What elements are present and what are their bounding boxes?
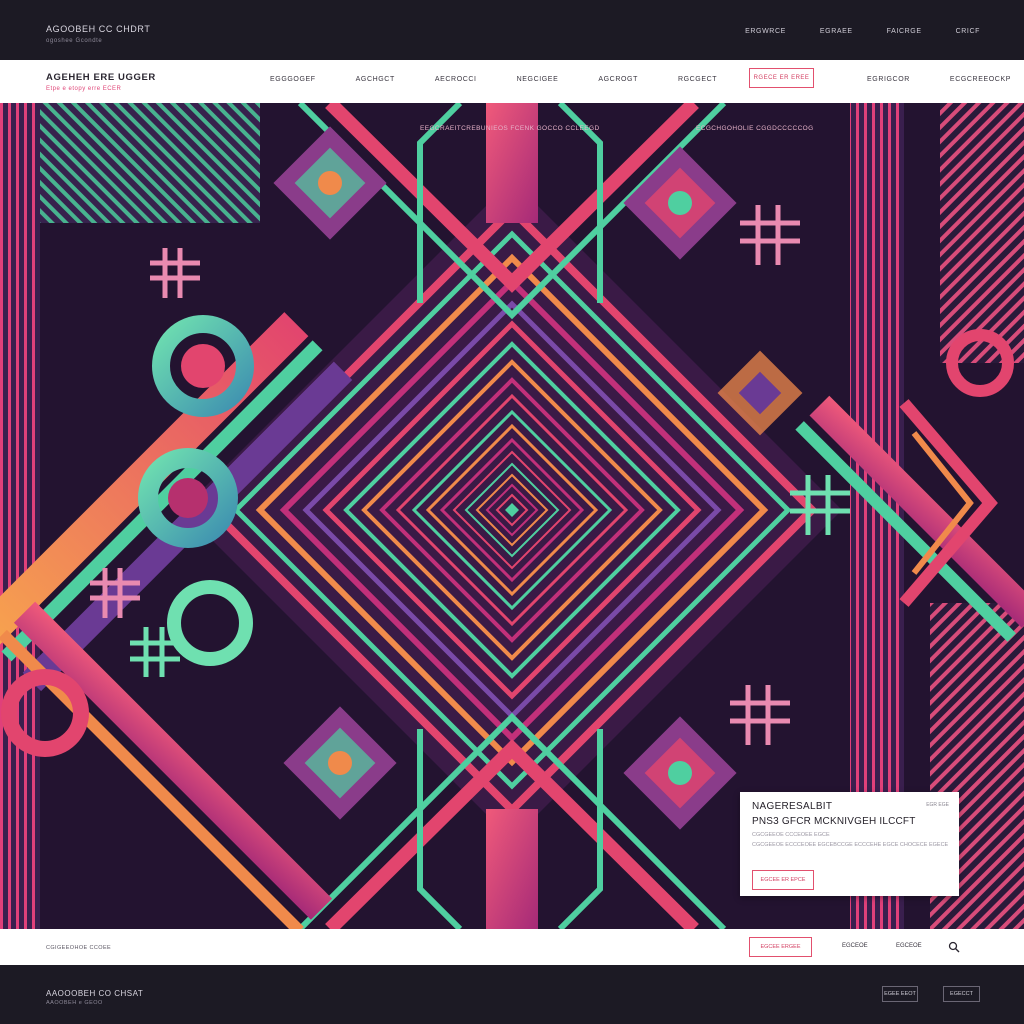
- card-action-button[interactable]: EGCEE ER EPCE: [752, 870, 814, 890]
- header-link-1[interactable]: EGRIGCOR: [867, 76, 910, 83]
- top-nav: ERGWRCE EGRAEE FAICRGE CRICF: [745, 28, 980, 35]
- art-caption-left: EEGCRAEITCREBUNIEOS FCENK GOCCO CCLEEGD: [420, 125, 600, 132]
- card-subtitle: PNS3 GFCR MCKNIVGEH ILCCFT: [752, 816, 916, 827]
- bottom-bar-button[interactable]: EGCEE ERGEE: [749, 937, 812, 957]
- bottom-bar-links: EGCEOE EGCEOE: [822, 929, 979, 965]
- main-nav: EGGGOGEF AGCHGCT AECROCCI NEGCIGEE AGCRO…: [270, 76, 717, 83]
- main-header: AGEHEH ERE UGGER Etpe e etopy erre ECER …: [0, 60, 1024, 103]
- card-title: NAGERESALBIT: [752, 801, 833, 812]
- top-bar: AGOOBEH CC CHDRT ogoshee Gcondte ERGWRCE…: [0, 0, 1024, 60]
- nav-item-5[interactable]: AGCROGT: [598, 76, 638, 83]
- nav-item-4[interactable]: NEGCIGEE: [517, 76, 559, 83]
- nav-item-6[interactable]: RGCGECT: [678, 76, 717, 83]
- info-card: NAGERESALBIT EGR EGE PNS3 GFCR MCKNIVGEH…: [740, 792, 959, 896]
- footer: AAOOOBEH CO CHSAT AAOOBEH e GEOO EGEE EE…: [0, 965, 1024, 1024]
- bottom-link-2[interactable]: EGCEOE: [896, 943, 922, 949]
- header-link-2[interactable]: ECGCREEOCKP: [950, 76, 1011, 83]
- search-icon[interactable]: [948, 941, 960, 953]
- nav-item-1[interactable]: EGGGOGEF: [270, 76, 316, 83]
- nav-item-3[interactable]: AECROCCI: [435, 76, 477, 83]
- footer-brand-subtitle: AAOOBEH e GEOO: [46, 1000, 103, 1006]
- top-nav-item-1[interactable]: ERGWRCE: [745, 28, 786, 35]
- card-text-line-1: CGCGEEOE CCCEOEE EGCE: [752, 832, 830, 838]
- top-nav-item-2[interactable]: EGRAEE: [820, 28, 853, 35]
- header-cta-button[interactable]: RGECE ER EREE: [749, 68, 814, 88]
- card-text-line-2: CGCGEEOE ECCCEOEE EGCEBCCGE ECCCEHE EGCE…: [752, 842, 949, 848]
- bottom-link-1[interactable]: EGCEOE: [842, 943, 868, 949]
- footer-button-2[interactable]: EGECCT: [943, 986, 980, 1002]
- site-title: AGEHEH ERE UGGER: [46, 72, 156, 83]
- site-tagline: Etpe e etopy erre ECER: [46, 86, 122, 92]
- art-caption-right: ECGCHGOHOLIE CGGDCCCCCOG: [696, 125, 814, 132]
- top-brand-title: AGOOBEH CC CHDRT: [46, 24, 151, 34]
- header-right-links: EGRIGCOR ECGCREEOCKP: [867, 76, 1011, 83]
- site-logo[interactable]: AGEHEH ERE UGGER Etpe e etopy erre ECER: [46, 72, 156, 92]
- top-brand[interactable]: AGOOBEH CC CHDRT ogoshee Gcondte: [46, 24, 150, 44]
- card-meta: EGR EGE: [926, 802, 949, 808]
- nav-item-2[interactable]: AGCHGCT: [356, 76, 395, 83]
- top-nav-item-3[interactable]: FAICRGE: [887, 28, 922, 35]
- top-nav-item-4[interactable]: CRICF: [956, 28, 980, 35]
- footer-brand[interactable]: AAOOOBEH CO CHSAT: [46, 989, 143, 998]
- footer-button-1[interactable]: EGEE EEOT: [882, 986, 918, 1002]
- top-brand-subtitle: ogoshee Gcondte: [46, 38, 103, 44]
- bottom-bar-label: CGIGEEOHOE CCOEE: [46, 945, 112, 951]
- bottom-bar: CGIGEEOHOE CCOEE EGCEE ERGEE EGCEOE EGCE…: [0, 929, 1024, 965]
